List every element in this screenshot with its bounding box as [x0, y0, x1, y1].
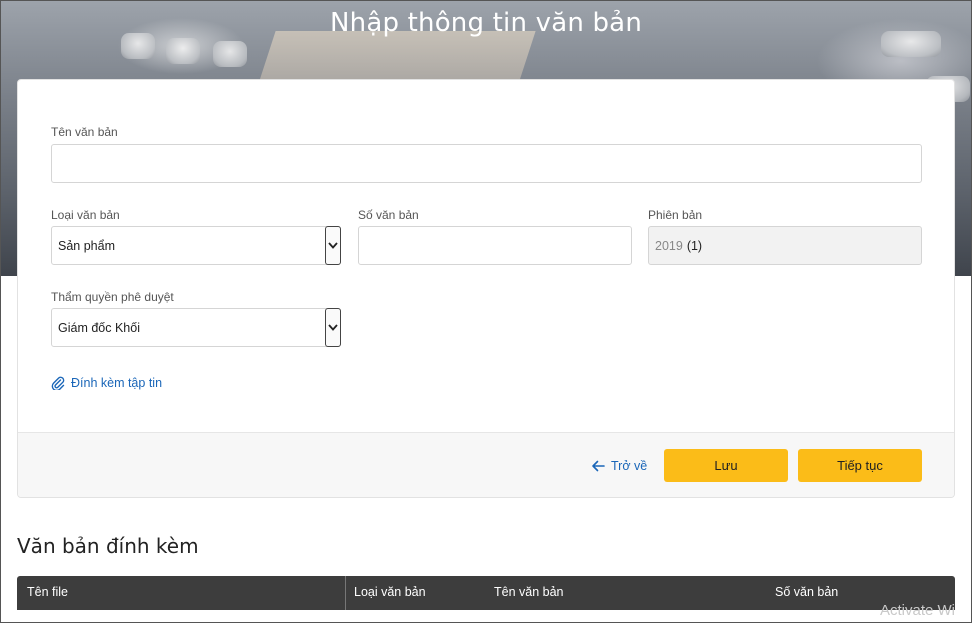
paperclip-icon: [51, 376, 65, 390]
activation-watermark: Activate Wi: [880, 602, 956, 619]
page-title: Nhập thông tin văn bản: [330, 8, 642, 38]
document-type-value: Sản phẩm: [58, 238, 115, 253]
document-type-select[interactable]: Sản phẩm: [51, 226, 341, 265]
attach-file-link[interactable]: Đính kèm tập tin: [51, 376, 162, 390]
document-name-label: Tên văn bản: [51, 125, 118, 139]
back-link[interactable]: Trở về: [591, 459, 647, 473]
attachments-section-title: Văn bản đính kèm: [17, 534, 199, 558]
attachments-table-header: Tên file Loại văn bản Tên văn bản Số văn…: [17, 576, 955, 610]
continue-button[interactable]: Tiếp tục: [798, 449, 922, 482]
back-link-label: Trở về: [611, 459, 648, 473]
version-suffix: (1): [686, 238, 703, 253]
version-label: Phiên bản: [648, 208, 703, 222]
approval-authority-select[interactable]: Giám đốc Khối: [51, 308, 341, 347]
column-header-document-number: Số văn bản: [775, 585, 839, 599]
chevron-down-icon[interactable]: [325, 308, 341, 347]
document-number-input[interactable]: [358, 226, 632, 265]
version-field: 2019 (1): [648, 226, 922, 265]
version-value: 2019: [655, 238, 683, 253]
banner-key-graphic: [166, 38, 200, 64]
approval-authority-label: Thẩm quyền phê duyệt: [51, 290, 174, 304]
document-form-card: Tên văn bản Loại văn bản Sản phẩm Số văn…: [17, 79, 955, 498]
form-footer: Trở về Lưu Tiếp tục: [18, 432, 954, 497]
document-name-input[interactable]: [51, 144, 922, 183]
banner-key-graphic: [213, 41, 247, 67]
attach-file-label: Đính kèm tập tin: [71, 376, 163, 390]
chevron-down-icon[interactable]: [325, 226, 341, 265]
column-header-file-name: Tên file: [27, 585, 68, 599]
document-type-label: Loại văn bản: [51, 208, 120, 222]
save-button[interactable]: Lưu: [664, 449, 788, 482]
column-header-document-type: Loại văn bản: [354, 585, 426, 599]
column-divider: [345, 576, 346, 610]
approval-authority-value: Giám đốc Khối: [58, 320, 140, 335]
arrow-left-icon: [592, 460, 605, 472]
column-header-document-name: Tên văn bản: [494, 585, 564, 599]
document-number-label: Số văn bản: [358, 208, 419, 222]
